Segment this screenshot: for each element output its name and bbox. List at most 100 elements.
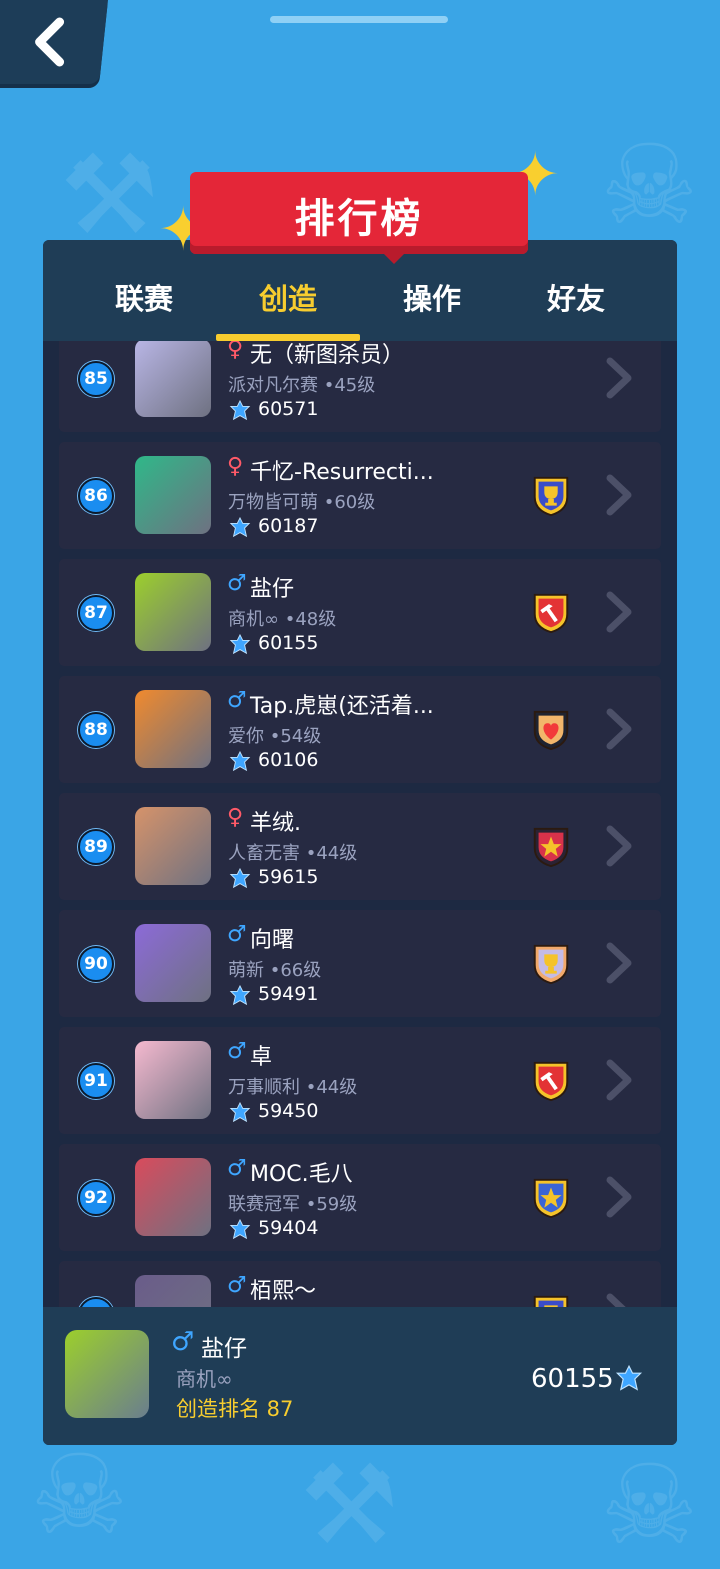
score-value: 60571 — [258, 398, 319, 420]
blue-crystal-icon — [229, 1219, 251, 1240]
rank-number: 86 — [78, 478, 114, 514]
player-name: 卓 — [250, 1045, 273, 1070]
rank-number: 88 — [78, 712, 114, 748]
bg-hammer-icon: ⚒ — [60, 131, 159, 259]
female-icon: ♀ — [227, 341, 244, 362]
score-value: 59450 — [258, 1100, 319, 1122]
player-title-level: 派对凡尔赛 •45级 — [228, 375, 376, 396]
blue-crystal-icon — [229, 751, 251, 772]
male-icon: ♂ — [227, 1273, 247, 1298]
player-name: 盐仔 — [250, 577, 295, 602]
rank-number: 93 — [78, 1297, 114, 1307]
bg-bomb-icon: ☠ — [30, 1431, 129, 1559]
player-title-level: 萌新 •66级 — [228, 960, 322, 981]
drag-handle — [270, 16, 448, 23]
hammer-badge-icon[interactable] — [530, 591, 572, 635]
back-button[interactable] — [0, 0, 109, 84]
player-title-level: 商机∞ •48级 — [228, 609, 337, 630]
chevron-right-icon[interactable] — [604, 591, 634, 633]
trophy-badge-icon[interactable] — [530, 474, 572, 518]
tab-league[interactable]: 联赛 — [84, 276, 204, 318]
player-title-level: 人畜无害 •44级 — [228, 843, 358, 864]
ranking-row[interactable]: 87 ♂ 盐仔 商机∞ •48级 60155 — [59, 559, 661, 666]
avatar[interactable] — [135, 924, 211, 1002]
ranking-list[interactable]: 85 ♀ 无（新图杀员） 派对凡尔赛 •45级 60571 86 ♀ 千忆-Re… — [43, 341, 677, 1307]
tab-operation[interactable]: 操作 — [372, 276, 492, 318]
my-name: 盐仔 — [201, 1336, 247, 1362]
tab-friends[interactable]: 好友 — [516, 276, 636, 318]
male-icon: ♂ — [227, 922, 247, 947]
heart-badge-icon[interactable] — [530, 708, 572, 752]
blue-crystal-icon — [229, 1102, 251, 1123]
avatar[interactable] — [135, 1158, 211, 1236]
blue-crystal-icon — [615, 1365, 643, 1391]
my-score: 60155 — [531, 1364, 614, 1394]
score-value: 60106 — [258, 749, 319, 771]
rank-number: 91 — [78, 1063, 114, 1099]
ranking-row[interactable]: 92 ♂ MOC.毛八 联赛冠军 •59级 59404 — [59, 1144, 661, 1251]
page-title: 排行榜 — [294, 196, 424, 242]
tab-create[interactable]: 创造 — [228, 276, 348, 318]
player-title-level: 万物皆可萌 •60级 — [228, 492, 376, 513]
ranking-row[interactable]: 85 ♀ 无（新图杀员） 派对凡尔赛 •45级 60571 — [59, 341, 661, 432]
player-title-level: 联赛冠军 •59级 — [228, 1194, 358, 1215]
male-icon: ♂ — [227, 688, 247, 713]
star-blue-badge-icon[interactable] — [530, 1176, 572, 1220]
player-name: 千忆-Resurrecti... — [250, 460, 434, 485]
trophy-badge-icon[interactable] — [530, 1293, 572, 1307]
female-icon: ♀ — [227, 805, 244, 830]
rank-number: 89 — [78, 829, 114, 865]
avatar[interactable] — [135, 573, 211, 651]
ranking-row[interactable]: 86 ♀ 千忆-Resurrecti... 万物皆可萌 •60级 60187 — [59, 442, 661, 549]
ranking-row[interactable]: 88 ♂ Tap.虎崽(还活着... 爱你 •54级 60106 — [59, 676, 661, 783]
score-value: 60187 — [258, 515, 319, 537]
chevron-right-icon[interactable] — [604, 474, 634, 516]
my-rank: 创造排名 87 — [176, 1397, 294, 1421]
score-value: 59491 — [258, 983, 319, 1005]
male-icon: ♂ — [227, 1039, 247, 1064]
avatar[interactable] — [135, 1041, 211, 1119]
score-value: 59615 — [258, 866, 319, 888]
avatar[interactable] — [135, 1275, 211, 1307]
rank-number: 85 — [78, 361, 114, 397]
rank-number: 87 — [78, 595, 114, 631]
ranking-row[interactable]: 90 ♂ 向曙 萌新 •66级 59491 — [59, 910, 661, 1017]
bg-bomb-icon: ☠ — [600, 121, 699, 249]
player-name: 向曙 — [250, 928, 295, 953]
blue-crystal-icon — [229, 868, 251, 889]
rank-number: 90 — [78, 946, 114, 982]
ranking-row[interactable]: 91 ♂ 卓 万事顺利 •44级 59450 — [59, 1027, 661, 1134]
blue-crystal-icon — [229, 517, 251, 538]
chevron-right-icon[interactable] — [604, 708, 634, 750]
bg-bomb-icon: ☠ — [600, 1441, 699, 1569]
leaderboard-panel: 联赛 创造 操作 好友 85 ♀ 无（新图杀员） 派对凡尔赛 •45级 6057… — [43, 240, 677, 1445]
avatar[interactable] — [65, 1330, 149, 1418]
chevron-right-icon[interactable] — [604, 825, 634, 867]
blue-crystal-icon — [229, 634, 251, 655]
hammer-badge-icon[interactable] — [530, 1059, 572, 1103]
male-icon: ♂ — [227, 571, 247, 596]
trophy-pale-badge-icon[interactable] — [530, 942, 572, 986]
player-title-level: 万事顺利 •44级 — [228, 1077, 358, 1098]
avatar[interactable] — [135, 341, 211, 417]
player-name: 无（新图杀员） — [250, 343, 405, 368]
chevron-right-icon[interactable] — [604, 1293, 634, 1307]
star-red-badge-icon[interactable] — [530, 825, 572, 869]
blue-crystal-icon — [229, 400, 251, 421]
ranking-row[interactable]: 93 ♂ 栢熙～ 百科工作室 •55级 — [59, 1261, 661, 1307]
player-name: 栢熙～ — [250, 1279, 317, 1304]
ranking-row[interactable]: 89 ♀ 羊绒. 人畜无害 •44级 59615 — [59, 793, 661, 900]
chevron-right-icon[interactable] — [604, 357, 634, 399]
chevron-right-icon[interactable] — [604, 1176, 634, 1218]
avatar[interactable] — [135, 456, 211, 534]
avatar[interactable] — [135, 807, 211, 885]
chevron-right-icon[interactable] — [604, 1059, 634, 1101]
male-icon: ♂ — [227, 1156, 247, 1181]
chevron-right-icon[interactable] — [604, 942, 634, 984]
male-icon: ♂ — [171, 1327, 195, 1357]
player-name: 羊绒. — [250, 811, 301, 836]
chevron-left-icon — [35, 17, 65, 67]
my-rank-footer: ♂ 盐仔 商机∞ 创造排名 87 60155 — [43, 1307, 677, 1445]
avatar[interactable] — [135, 690, 211, 768]
title-banner: 排行榜 — [190, 172, 528, 264]
